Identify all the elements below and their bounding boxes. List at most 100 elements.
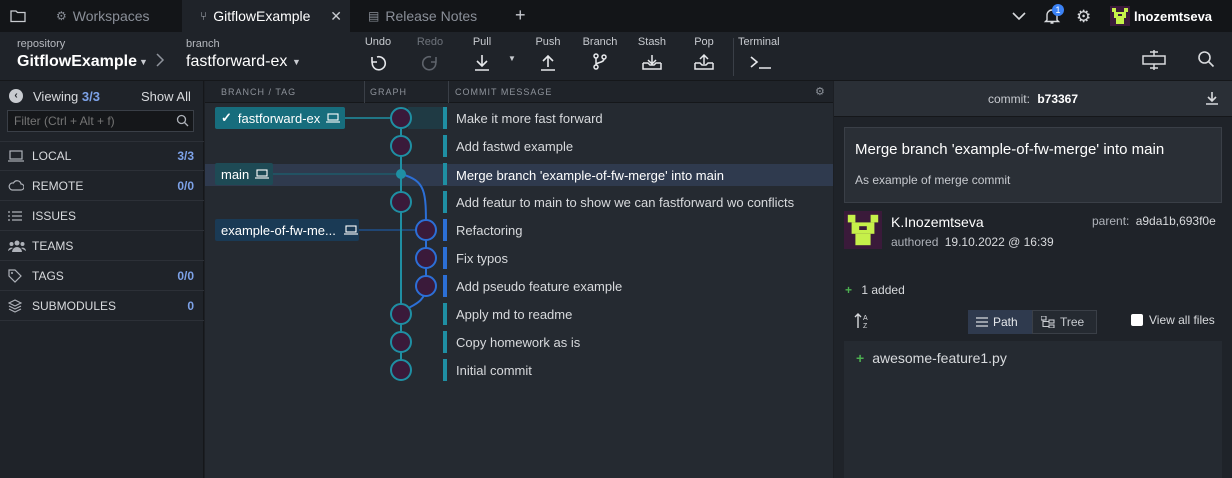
commit-row[interactable]: Make it more fast forward xyxy=(443,104,831,132)
section-count: 3/3 xyxy=(177,149,194,163)
sidebar-section-issues[interactable]: ISSUES xyxy=(0,201,204,231)
pull-button[interactable]: Pull xyxy=(460,36,504,72)
search-icon xyxy=(176,114,189,127)
section-label: TAGS xyxy=(32,268,64,283)
commit-avatar[interactable] xyxy=(390,107,412,129)
redo-button[interactable]: Redo xyxy=(408,36,452,72)
commit-row[interactable]: Add pseudo feature example xyxy=(443,272,831,300)
tree-view-toggle[interactable]: Tree xyxy=(1032,310,1097,334)
redo-label: Redo xyxy=(416,36,444,48)
filter-field[interactable] xyxy=(7,110,194,132)
avatar[interactable] xyxy=(1110,6,1130,26)
pull-options-caret-icon[interactable]: ▼ xyxy=(508,54,516,63)
sidebar-section-remote[interactable]: REMOTE 0/0 xyxy=(0,171,204,201)
pull-label: Pull xyxy=(472,36,492,48)
file-row[interactable]: + awesome-feature1.py xyxy=(844,347,1222,369)
sidebar-section-teams[interactable]: TEAMS xyxy=(0,231,204,261)
repository-selector[interactable]: GitflowExample xyxy=(17,53,137,71)
filter-input[interactable] xyxy=(8,111,168,131)
section-label: LOCAL xyxy=(32,149,72,163)
undo-button[interactable]: Undo xyxy=(356,36,400,72)
push-button[interactable]: Push xyxy=(526,36,570,72)
commit-row[interactable]: Add fastwd example xyxy=(443,132,831,160)
branch-button-label: Branch xyxy=(582,36,618,48)
tab-release-notes[interactable]: ▤ Release Notes xyxy=(352,0,502,32)
path-view-toggle[interactable]: Path xyxy=(968,310,1032,334)
list-icon xyxy=(8,210,24,222)
commit-avatar[interactable] xyxy=(390,135,412,157)
commit-avatar[interactable] xyxy=(390,303,412,325)
commit-avatar[interactable] xyxy=(390,331,412,353)
view-all-files-checkbox[interactable] xyxy=(1131,314,1143,326)
chevron-right-icon xyxy=(155,52,165,68)
commit-avatar[interactable] xyxy=(415,247,437,269)
sidebar-section-submodules[interactable]: SUBMODULES 0 xyxy=(0,291,204,321)
sort-icon[interactable]: AZ xyxy=(854,312,870,330)
commit-row[interactable]: Initial commit xyxy=(443,356,831,384)
search-icon[interactable] xyxy=(1197,50,1215,68)
repo-caret-icon[interactable]: ▼ xyxy=(139,57,148,67)
added-count: 1 added xyxy=(861,283,905,297)
commit-label: commit: xyxy=(987,92,1030,106)
repository-label: repository xyxy=(17,38,66,50)
notification-badge: 1 xyxy=(1052,4,1064,16)
branch-caret-icon[interactable]: ▼ xyxy=(292,57,301,67)
collapse-sidebar-icon[interactable]: ‹ xyxy=(9,89,23,103)
sidebar: ‹ Viewing 3/3 Show All LOCAL 3/3 REMOTE … xyxy=(0,81,204,478)
author-avatar[interactable] xyxy=(844,211,882,249)
terminal-button[interactable]: Terminal xyxy=(738,36,788,72)
author-name: K.Inozemtseva xyxy=(891,214,984,230)
chevron-down-icon[interactable] xyxy=(1011,8,1027,24)
viewing-text: Viewing xyxy=(33,89,79,104)
commit-message: Make it more fast forward xyxy=(456,110,603,126)
tab-workspaces[interactable]: ⚙ Workspaces xyxy=(42,0,180,32)
commit-row[interactable]: Add featur to main to show we can fastfo… xyxy=(443,188,831,216)
stash-button[interactable]: Stash xyxy=(630,36,674,72)
parent-shas[interactable]: a9da1b,693f0e xyxy=(1136,214,1216,228)
branch-selector[interactable]: fastforward-ex xyxy=(186,53,287,71)
sidebar-section-tags[interactable]: TAGS 0/0 xyxy=(0,261,204,291)
commit-avatar[interactable] xyxy=(390,359,412,381)
download-icon[interactable] xyxy=(1205,91,1219,105)
branch-label: branch xyxy=(186,38,220,50)
commit-summary: Merge branch 'example-of-fw-merge' into … xyxy=(855,141,1165,158)
tab-label: Release Notes xyxy=(385,8,478,24)
section-count: 0/0 xyxy=(177,178,194,193)
commit-sha[interactable]: b73367 xyxy=(1037,92,1078,106)
new-tab-button[interactable]: + xyxy=(515,5,526,26)
tab-gitflowexample[interactable]: ⑂ GitflowExample ✕ xyxy=(182,0,350,32)
authored-label: authored xyxy=(891,235,939,249)
user-name[interactable]: lnozemtseva xyxy=(1134,9,1212,24)
authored-info: authored 19.10.2022 @ 16:39 xyxy=(891,235,1054,249)
svg-text:A: A xyxy=(863,315,868,322)
branch-button[interactable]: Branch xyxy=(578,36,622,72)
tag-icon xyxy=(8,268,24,283)
gear-icon[interactable]: ⚙ xyxy=(1076,7,1091,27)
list-icon xyxy=(976,317,988,327)
commit-row[interactable]: Refactoring xyxy=(443,216,831,244)
commit-avatar[interactable] xyxy=(415,275,437,297)
folder-icon[interactable] xyxy=(10,9,26,23)
commit-row-selected[interactable]: Merge branch 'example-of-fw-merge' into … xyxy=(443,161,831,189)
tree-label: Tree xyxy=(1060,315,1085,329)
commit-row[interactable]: Fix typos xyxy=(443,244,831,272)
close-icon[interactable]: ✕ xyxy=(330,8,342,25)
commit-avatar[interactable] xyxy=(390,191,412,213)
viewing-label: Viewing 3/3 xyxy=(33,89,100,104)
commit-id: commit: b73367 xyxy=(834,92,1232,106)
show-all-button[interactable]: Show All xyxy=(141,89,191,104)
section-label: TEAMS xyxy=(32,238,74,253)
commit-row[interactable]: Copy homework as is xyxy=(443,328,831,356)
section-count: 0 xyxy=(187,298,194,313)
view-all-files-label[interactable]: View all files xyxy=(1149,313,1215,327)
commit-avatar[interactable] xyxy=(415,219,437,241)
sidebar-section-local[interactable]: LOCAL 3/3 xyxy=(0,141,204,171)
pop-button[interactable]: Pop xyxy=(682,36,726,72)
commit-row[interactable]: Apply md to readme xyxy=(443,300,831,328)
layout-toggle-icon[interactable] xyxy=(1140,50,1168,70)
tab-bar: ⚙ Workspaces ⑂ GitflowExample ✕ ▤ Releas… xyxy=(0,0,1232,32)
commit-message-card[interactable]: Merge branch 'example-of-fw-merge' into … xyxy=(844,127,1222,203)
commit-message: Add featur to main to show we can fastfo… xyxy=(456,194,795,210)
plus-icon: + xyxy=(845,283,853,297)
toolbar-divider xyxy=(733,38,734,76)
